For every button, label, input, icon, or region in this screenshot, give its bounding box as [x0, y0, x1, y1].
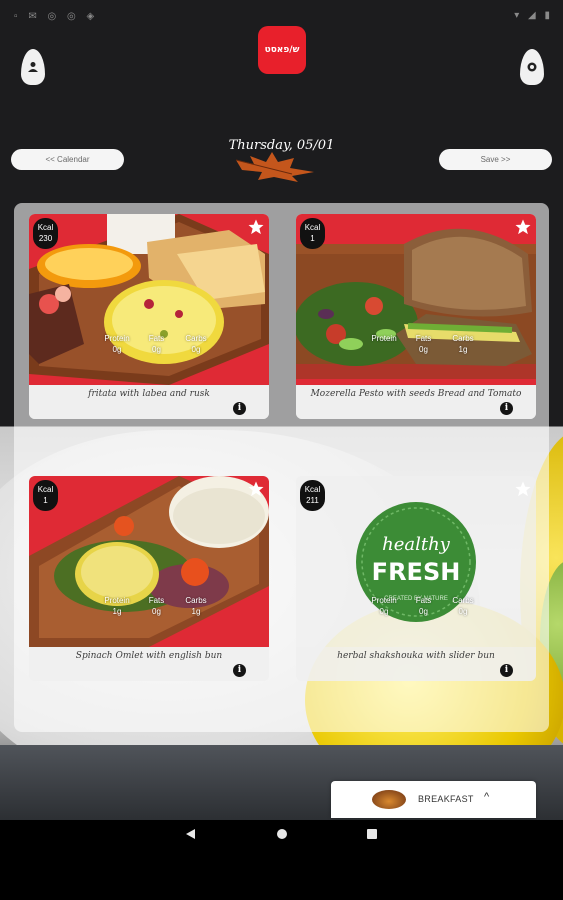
favorite-star-icon[interactable]	[247, 480, 265, 498]
breakfast-dish-icon	[372, 790, 406, 809]
meal-grid: Kcal 230 Protein 0g Fats 0g Carbs 0g fritat…	[14, 203, 549, 732]
macro-carbs: Carbs 0g	[452, 596, 474, 616]
meal-card[interactable]: Kcal 1 Protein 1g Fats 0g Carbs 1g Spinach …	[29, 476, 269, 681]
user-icon	[28, 62, 38, 72]
meal-card[interactable]: Kcal 1 Protein Fats 0g Carbs 1g Mozerella …	[296, 214, 536, 419]
back-icon[interactable]	[186, 829, 195, 839]
meal-photo	[29, 476, 269, 647]
meal-name: fritata with labea and rusk	[88, 389, 210, 399]
meal-caption: Mozerella Pesto with seeds Bread and Tom…	[296, 385, 536, 419]
favorite-star-icon[interactable]	[247, 218, 265, 236]
macro-fats: Fats 0g	[415, 596, 432, 616]
macro-row: Protein Fats 0g Carbs 1g	[366, 333, 481, 357]
macro-row: Protein 0g Fats 0g Carbs 0g	[99, 333, 214, 357]
info-icon[interactable]: i	[500, 664, 513, 677]
info-icon[interactable]: i	[233, 664, 246, 677]
svg-text:healthy: healthy	[382, 534, 451, 555]
meal-name: Spinach Omlet with english bun	[75, 651, 223, 661]
meal-type-selector[interactable]: BREAKFAST ^	[331, 781, 536, 818]
kcal-badge: Kcal 1	[300, 218, 325, 249]
calendar-button[interactable]: << Calendar	[11, 149, 124, 170]
favorite-star-icon[interactable]	[514, 218, 532, 236]
macro-carbs: Carbs 1g	[452, 334, 474, 354]
status-icons-left: ▫ ✉ ◎ ◎ ◈	[14, 11, 99, 22]
macro-fats: Fats 0g	[148, 334, 165, 354]
system-nav-bar	[0, 820, 563, 900]
home-icon[interactable]	[277, 829, 287, 839]
info-icon[interactable]: i	[500, 402, 513, 415]
save-button[interactable]: Save >>	[439, 149, 552, 170]
info-icon[interactable]: i	[233, 402, 246, 415]
chevron-up-icon: ^	[484, 791, 490, 803]
recents-icon[interactable]	[367, 829, 377, 839]
kcal-badge: Kcal 1	[33, 480, 58, 511]
meal-photo	[296, 214, 536, 385]
meal-photo: healthy FRESH CREATED BY NATURE	[296, 476, 536, 647]
macro-carbs: Carbs 0g	[185, 334, 207, 354]
food-image	[296, 228, 536, 379]
kcal-badge: Kcal 211	[300, 480, 325, 511]
macro-protein: Protein	[371, 334, 397, 343]
meal-caption: fritata with labea and rusk i	[29, 385, 269, 419]
meal-caption: Spinach Omlet with english bun i	[29, 647, 269, 681]
macro-fats: Fats 0g	[148, 596, 165, 616]
status-icons-right: ▾ ◢ ▮	[514, 10, 553, 21]
healthy-fresh-badge: healthy FRESH CREATED BY NATURE	[356, 502, 476, 622]
favorite-star-icon[interactable]	[514, 480, 532, 498]
gear-icon	[527, 62, 537, 72]
macro-protein: Protein 0g	[371, 596, 397, 616]
meal-caption: herbal shakshouka with slider bun i	[296, 647, 536, 681]
macro-row: Protein 1g Fats 0g Carbs 1g	[99, 595, 214, 619]
macro-protein: Protein 0g	[104, 334, 130, 354]
food-image	[29, 476, 269, 647]
meal-card[interactable]: Kcal 230 Protein 0g Fats 0g Carbs 0g fritat…	[29, 214, 269, 419]
meal-card[interactable]: healthy FRESH CREATED BY NATURE Kcal 211…	[296, 476, 536, 681]
macro-row: Protein 0g Fats 0g Carbs 0g	[366, 595, 481, 619]
macro-fats: Fats 0g	[415, 334, 432, 354]
svg-text:FRESH: FRESH	[372, 558, 461, 586]
macro-carbs: Carbs 1g	[185, 596, 207, 616]
app-logo: ש/פאסט	[258, 26, 306, 74]
meal-name: Mozerella Pesto with seeds Bread and Tom…	[310, 389, 522, 399]
autumn-leaf-icon	[235, 152, 314, 182]
meal-type-label: BREAKFAST	[418, 794, 474, 804]
kcal-badge: Kcal 230	[33, 218, 58, 249]
meal-name: herbal shakshouka with slider bun	[337, 651, 495, 661]
food-image	[29, 214, 269, 385]
meal-photo	[29, 214, 269, 385]
macro-protein: Protein 1g	[104, 596, 130, 616]
